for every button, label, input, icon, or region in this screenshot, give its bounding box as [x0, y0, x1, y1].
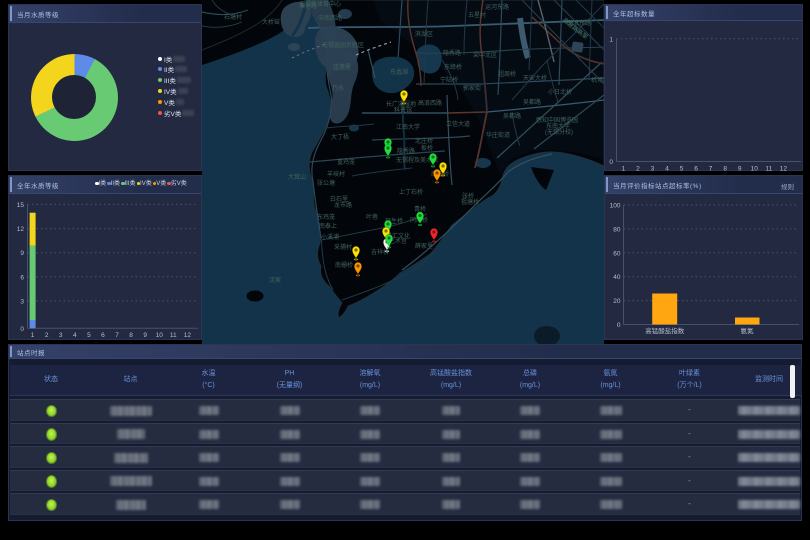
- svg-text:佳港里: 佳港里: [333, 63, 351, 71]
- svg-text:9: 9: [20, 250, 24, 257]
- svg-text:东蠡湖: 东蠡湖: [390, 68, 408, 76]
- svg-text:40: 40: [613, 274, 621, 281]
- svg-text:6: 6: [694, 166, 698, 173]
- svg-text:11: 11: [170, 332, 177, 339]
- svg-text:(无锡分校): (无锡分校): [545, 128, 573, 136]
- svg-text:7: 7: [115, 332, 119, 339]
- svg-text:0: 0: [20, 326, 24, 333]
- svg-text:80: 80: [613, 226, 621, 233]
- svg-text:大桥窑: 大桥窑: [262, 18, 280, 26]
- svg-text:运河东路: 运河东路: [485, 3, 509, 11]
- svg-text:五星村: 五星村: [468, 11, 486, 19]
- svg-text:感知中国博览园: 感知中国博览园: [536, 116, 578, 124]
- svg-text:1: 1: [609, 36, 613, 43]
- svg-text:100: 100: [610, 203, 621, 210]
- svg-text:吴都路: 吴都路: [503, 112, 521, 120]
- svg-text:科普馆: 科普馆: [394, 106, 412, 114]
- svg-text:0: 0: [617, 322, 621, 329]
- svg-text:0: 0: [609, 159, 613, 166]
- svg-text:1: 1: [31, 332, 35, 339]
- svg-text:龙市路: 龙市路: [334, 201, 352, 209]
- svg-text:滨湖区: 滨湖区: [415, 30, 433, 38]
- svg-text:高锰酸盐指数: 高锰酸盐指数: [645, 326, 685, 335]
- svg-text:5: 5: [680, 166, 684, 173]
- svg-text:张桥: 张桥: [462, 192, 474, 200]
- svg-text:10: 10: [156, 332, 164, 339]
- svg-text:8: 8: [129, 332, 133, 339]
- svg-text:板桥: 板桥: [421, 144, 433, 152]
- svg-text:采捕村: 采捕村: [334, 243, 352, 251]
- svg-text:12: 12: [17, 226, 25, 233]
- svg-text:天安大桥: 天安大桥: [523, 74, 547, 82]
- svg-text:5: 5: [87, 332, 91, 339]
- svg-text:9: 9: [143, 332, 147, 339]
- svg-text:11: 11: [765, 166, 772, 173]
- svg-text:南栅桥: 南栅桥: [335, 261, 353, 269]
- svg-text:立信大道: 立信大道: [446, 120, 470, 128]
- svg-text:重鸡笼: 重鸡笼: [337, 158, 355, 166]
- svg-text:6: 6: [20, 274, 24, 281]
- svg-text:小溪浦: 小溪浦: [321, 233, 339, 241]
- svg-text:小日北桥: 小日北桥: [548, 88, 572, 96]
- svg-text:东南大学: 东南大学: [546, 122, 570, 130]
- svg-text:大丁梧: 大丁梧: [331, 133, 349, 141]
- svg-text:薛家里: 薛家里: [415, 242, 433, 250]
- svg-text:羊岐村: 羊岐村: [327, 170, 345, 178]
- svg-text:1: 1: [621, 166, 625, 173]
- svg-text:隐秀路: 隐秀路: [397, 147, 415, 155]
- svg-text:8: 8: [723, 166, 727, 173]
- svg-text:4: 4: [665, 166, 669, 173]
- svg-text:张公塘: 张公塘: [317, 179, 335, 187]
- svg-text:南泰上: 南泰上: [319, 222, 337, 230]
- svg-text:2: 2: [45, 332, 49, 339]
- svg-text:乃水: 乃水: [332, 84, 344, 92]
- svg-text:12: 12: [184, 332, 192, 339]
- svg-text:无锡蠡园名胜区: 无锡蠡园名胜区: [322, 41, 364, 49]
- svg-text:无锡新体育中心: 无锡新体育中心: [299, 0, 341, 8]
- svg-text:超周桥: 超周桥: [498, 70, 516, 78]
- svg-text:长广溪湿地: 长广溪湿地: [386, 100, 416, 108]
- svg-text:东鸡笼: 东鸡笼: [317, 213, 335, 221]
- svg-text:20: 20: [613, 298, 621, 305]
- svg-text:上丁石桥: 上丁石桥: [399, 188, 423, 196]
- svg-text:60: 60: [613, 250, 621, 257]
- svg-text:宁陆桥: 宁陆桥: [440, 76, 458, 84]
- svg-text:7: 7: [709, 166, 713, 173]
- svg-text:3: 3: [20, 298, 24, 305]
- svg-text:高浪西路: 高浪西路: [418, 99, 442, 107]
- svg-text:沈家: 沈家: [269, 276, 281, 284]
- svg-text:10: 10: [751, 166, 759, 173]
- svg-text:大箕山: 大箕山: [288, 173, 306, 181]
- svg-text:3: 3: [651, 166, 655, 173]
- svg-text:东绛桥: 东绛桥: [444, 63, 462, 71]
- svg-text:江南大学: 江南大学: [396, 123, 420, 131]
- svg-text:机场路: 机场路: [591, 76, 604, 84]
- svg-text:北庄桥: 北庄桥: [415, 137, 433, 145]
- svg-text:3: 3: [59, 332, 63, 339]
- svg-text:郭家街: 郭家街: [463, 84, 481, 92]
- svg-text:15: 15: [17, 202, 25, 209]
- svg-text:祖塘桥: 祖塘桥: [461, 198, 479, 206]
- svg-text:白石里: 白石里: [330, 195, 348, 203]
- svg-text:氨氮: 氨氮: [741, 326, 755, 335]
- svg-text:隐秀路: 隐秀路: [443, 49, 461, 57]
- svg-text:2: 2: [636, 166, 640, 173]
- svg-text:4: 4: [73, 332, 77, 339]
- svg-text:石塘村: 石塘村: [224, 13, 242, 21]
- svg-text:叶巷: 叶巷: [366, 213, 378, 221]
- svg-text:9: 9: [738, 166, 742, 173]
- svg-text:梁中北区: 梁中北区: [473, 51, 497, 59]
- svg-text:高浪东路: 高浪东路: [567, 19, 591, 27]
- svg-text:6: 6: [101, 332, 105, 339]
- svg-text:吴都路: 吴都路: [523, 98, 541, 106]
- svg-text:华庄街道: 华庄街道: [486, 131, 510, 139]
- svg-text:中南西路: 中南西路: [318, 14, 342, 22]
- svg-text:12: 12: [780, 166, 788, 173]
